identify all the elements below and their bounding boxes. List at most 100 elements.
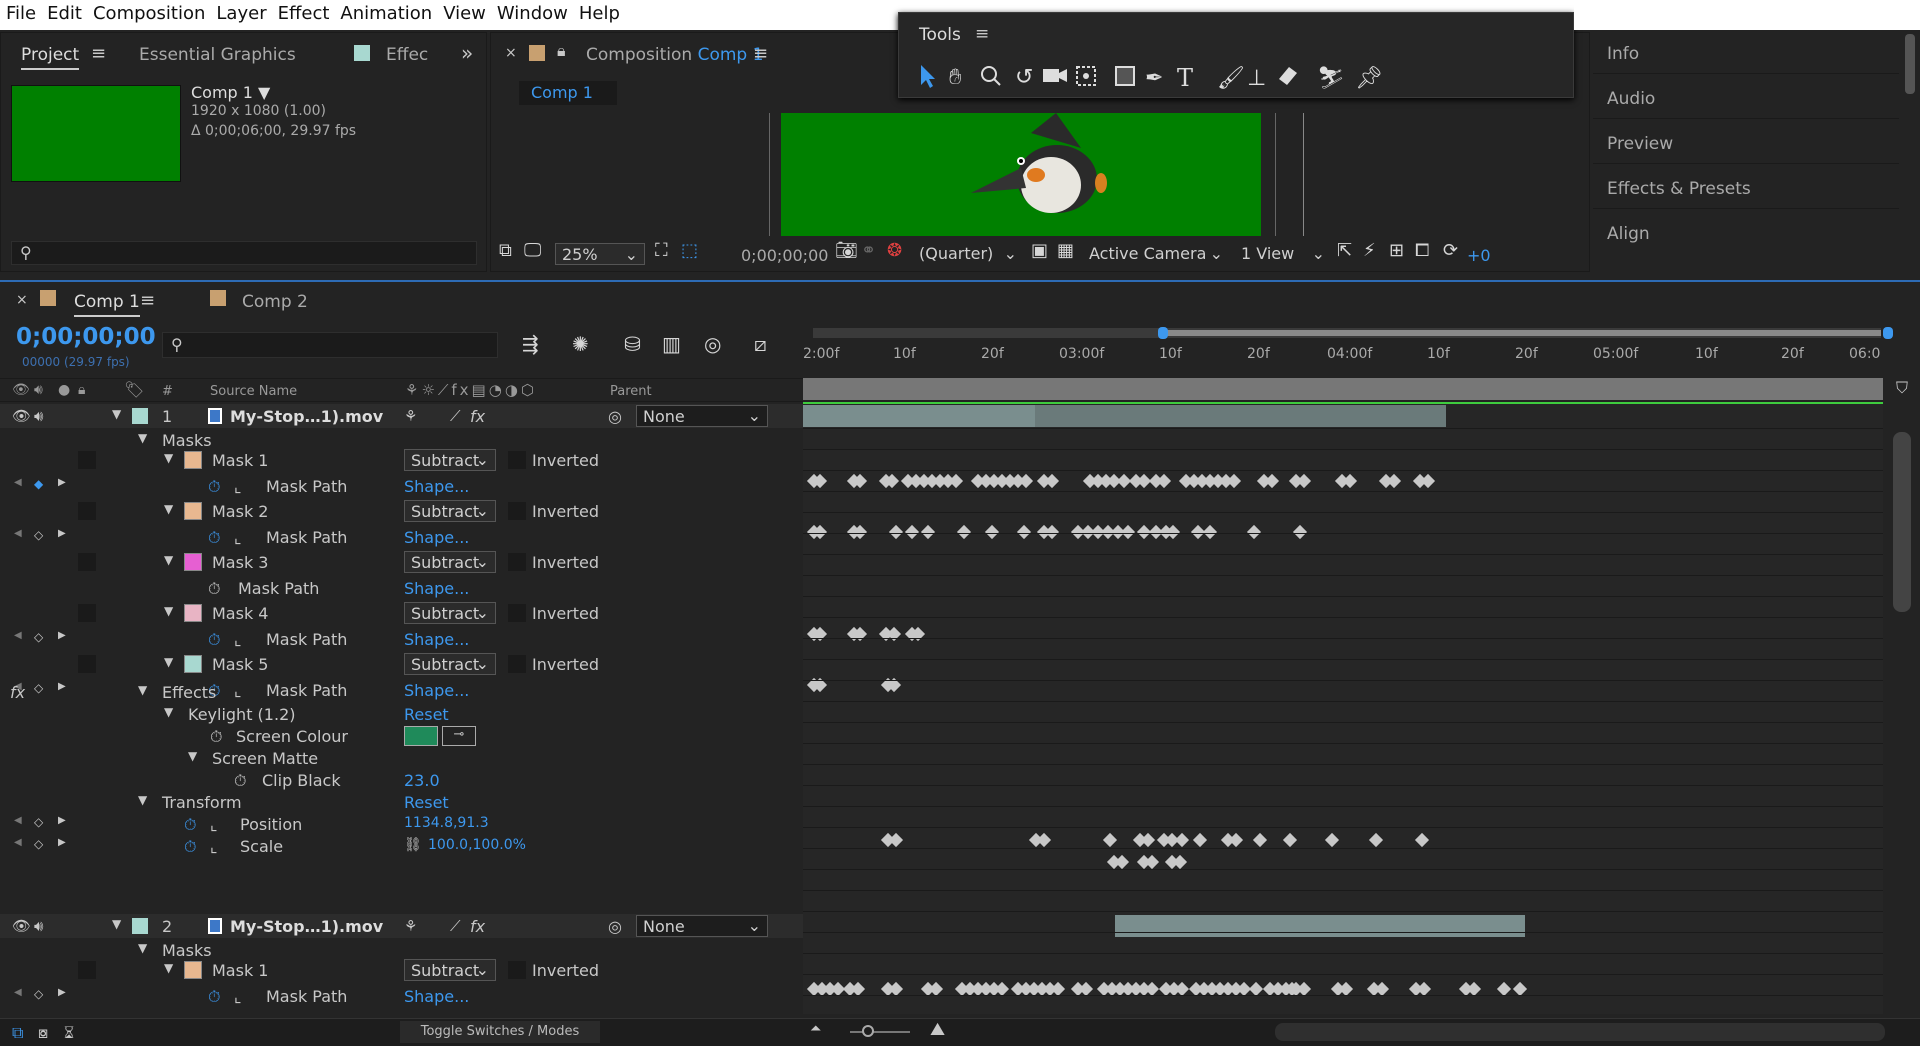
lock-switch[interactable] — [78, 604, 96, 622]
viewer-timecode[interactable]: 0;00;00;00 — [741, 246, 828, 265]
twirl-down-icon[interactable]: ▼ — [138, 683, 147, 697]
label-color-swatch[interactable] — [132, 918, 148, 934]
graph-icon[interactable]: ⌞ — [234, 528, 242, 547]
draft-3d-icon[interactable]: ✺ — [572, 332, 589, 356]
screen-matte-row[interactable]: ▼ Screen Matte — [0, 746, 803, 770]
color-channels-icon[interactable]: ❂ — [887, 240, 902, 261]
view-layout-dropdown[interactable]: 1 View ⌄ — [1235, 243, 1331, 265]
rotate-tool-icon[interactable]: ↺ — [1015, 65, 1033, 90]
zoom-out-icon[interactable]: ⏶ — [810, 1021, 821, 1037]
scale-row[interactable]: ◀ ◇ ▶ ⏱︎ ⌞ Scale ⛓︎ 100.0,100.0% — [0, 834, 803, 858]
lock-icon[interactable]: 🔒︎ — [557, 41, 566, 61]
hamburger-icon[interactable]: ≡ — [91, 43, 106, 64]
shy-layers-icon[interactable]: ⛁ — [624, 332, 641, 356]
close-icon[interactable]: × — [16, 292, 28, 308]
menu-composition[interactable]: Composition — [87, 0, 210, 24]
inverted-checkbox[interactable] — [508, 451, 526, 469]
scale-value[interactable]: 100.0,100.0% — [428, 837, 526, 853]
lock-switch[interactable] — [78, 502, 96, 520]
comp-mini-flowchart-icon[interactable]: ⇶ — [522, 332, 539, 356]
mask-mode-dropdown[interactable]: Subtract ⌄ — [404, 500, 496, 522]
mask-row[interactable]: ▼ Mask 5 Subtract ⌄ Inverted — [0, 652, 803, 676]
stopwatch-icon[interactable]: ⏱︎ — [234, 771, 246, 791]
project-search-input[interactable]: ⚲ — [11, 241, 477, 265]
next-keyframe-icon[interactable]: ▶ — [58, 987, 66, 998]
panel-info[interactable]: Info — [1593, 32, 1899, 74]
keylight-reset-link[interactable]: Reset — [404, 705, 449, 724]
screen-colour-row[interactable]: ⏱︎ Screen Colour ⊸ — [0, 724, 803, 748]
comp-name[interactable]: Comp 1 ▼ — [191, 83, 270, 102]
twirl-down-icon[interactable]: ▼ — [164, 604, 173, 618]
twirl-down-icon[interactable]: ▼ — [112, 917, 121, 931]
zoom-dropdown[interactable]: 25% ⌄ — [555, 243, 645, 265]
viewer-subtab[interactable]: Comp 1 — [519, 81, 617, 105]
graph-icon[interactable]: ⌞ — [210, 815, 218, 834]
panel-effects-presets[interactable]: Effects & Presets — [1593, 167, 1899, 209]
label-color-swatch[interactable] — [132, 408, 148, 424]
exposure-value[interactable]: +0 — [1467, 246, 1491, 265]
prev-keyframe-icon[interactable]: ◀ — [14, 837, 22, 848]
prev-keyframe-icon[interactable]: ◀ — [14, 477, 22, 488]
twirl-down-icon[interactable]: ▼ — [138, 431, 147, 445]
current-time-indicator[interactable] — [803, 378, 1883, 400]
always-preview-icon[interactable]: ⧉ — [499, 240, 512, 261]
menu-edit[interactable]: Edit — [41, 0, 87, 24]
snapshot-icon[interactable]: 📷︎ — [835, 240, 858, 261]
twirl-down-icon[interactable]: ▼ — [164, 655, 173, 669]
mask-name[interactable]: Mask 3 — [212, 553, 268, 572]
menu-effect[interactable]: Effect — [272, 0, 335, 24]
tools-menu-icon[interactable]: ≡ — [975, 24, 989, 44]
parent-header[interactable]: Parent — [610, 384, 652, 399]
current-time[interactable]: 0;00;00;00 — [16, 324, 156, 350]
mask-color-swatch[interactable] — [184, 655, 202, 673]
type-tool-icon[interactable]: T — [1177, 64, 1193, 91]
mask-name[interactable]: Mask 2 — [212, 502, 268, 521]
twirl-down-icon[interactable]: ▼ — [112, 407, 121, 421]
stopwatch-icon[interactable]: ⏱︎ — [208, 579, 220, 599]
right-scrollbar[interactable] — [1905, 34, 1915, 94]
timeline-search-input[interactable]: ⚲ — [162, 332, 498, 358]
camera-dropdown[interactable]: Active Camera ⌄ — [1083, 243, 1229, 265]
panel-align[interactable]: Align — [1593, 212, 1899, 254]
zoom-in-icon[interactable]: ⛰︎ — [930, 1019, 945, 1040]
mask-row[interactable]: ▼ Mask 4 Subtract ⌄ Inverted — [0, 601, 803, 625]
stopwatch-icon[interactable]: ⏱︎ — [208, 528, 220, 548]
prev-keyframe-icon[interactable]: ◀ — [14, 528, 22, 539]
stopwatch-icon[interactable]: ⏱︎ — [208, 987, 220, 1007]
camera-tool-icon[interactable] — [1043, 69, 1067, 82]
puppet-pin-tool-icon[interactable]: 📌︎ — [1355, 66, 1383, 91]
mask-path-row[interactable]: ◀ ◇ ▶ ⏱︎ ⌞ Mask Path Shape... — [0, 984, 803, 1008]
stopwatch-icon[interactable]: ⏱︎ — [208, 630, 220, 650]
selection-tool-icon[interactable] — [921, 65, 935, 88]
mask-color-swatch[interactable] — [184, 502, 202, 520]
mask-path-row[interactable]: ◀ ◇ ▶ ⏱︎ ⌞ Mask Path Shape... — [0, 627, 803, 651]
inverted-checkbox[interactable] — [508, 961, 526, 979]
transform-group-row[interactable]: ▼ Transform Reset — [0, 790, 803, 814]
graph-icon[interactable]: ⌞ — [234, 477, 242, 496]
mask-name[interactable]: Mask 4 — [212, 604, 268, 623]
eye-icon[interactable]: 👁︎ — [12, 917, 31, 935]
resolution-dropdown[interactable]: (Quarter) ⌄ — [913, 243, 1023, 265]
tab-composition[interactable]: Composition Comp 1 — [586, 45, 763, 65]
next-keyframe-icon[interactable]: ▶ — [58, 815, 66, 826]
fit-icon[interactable]: ⛶ — [655, 240, 668, 261]
menu-layer[interactable]: Layer — [210, 0, 271, 24]
quality-switch-icon[interactable]: ⟋ — [450, 917, 461, 935]
tab-effects[interactable]: Effec — [386, 45, 428, 65]
menu-window[interactable]: Window — [491, 0, 573, 24]
twirl-down-icon[interactable]: ▼ — [164, 705, 173, 719]
comp-flowchart-icon[interactable]: ⧉ — [12, 1023, 23, 1043]
constrain-link-icon[interactable]: ⛓︎ — [404, 837, 422, 853]
mask-row[interactable]: ▼ Mask 3 Subtract ⌄ Inverted — [0, 550, 803, 574]
mask-mode-dropdown[interactable]: Subtract ⌄ — [404, 602, 496, 624]
mask-name[interactable]: Mask 1 — [212, 961, 268, 980]
mask-shape-link[interactable]: Shape... — [404, 477, 469, 496]
eye-icon[interactable]: 👁︎ — [12, 407, 31, 425]
parent-dropdown[interactable]: None ⌄ — [636, 915, 768, 937]
menu-view[interactable]: View — [437, 0, 491, 24]
roto-brush-tool-icon[interactable]: ⛷︎ — [1317, 66, 1345, 91]
mask-row[interactable]: ▼ Mask 2 Subtract ⌄ Inverted — [0, 499, 803, 523]
quality-switch-icon[interactable]: ⟋ — [450, 407, 461, 425]
layer1-bar-selected[interactable] — [803, 405, 1035, 427]
mask-mode-dropdown[interactable]: Subtract ⌄ — [404, 449, 496, 471]
